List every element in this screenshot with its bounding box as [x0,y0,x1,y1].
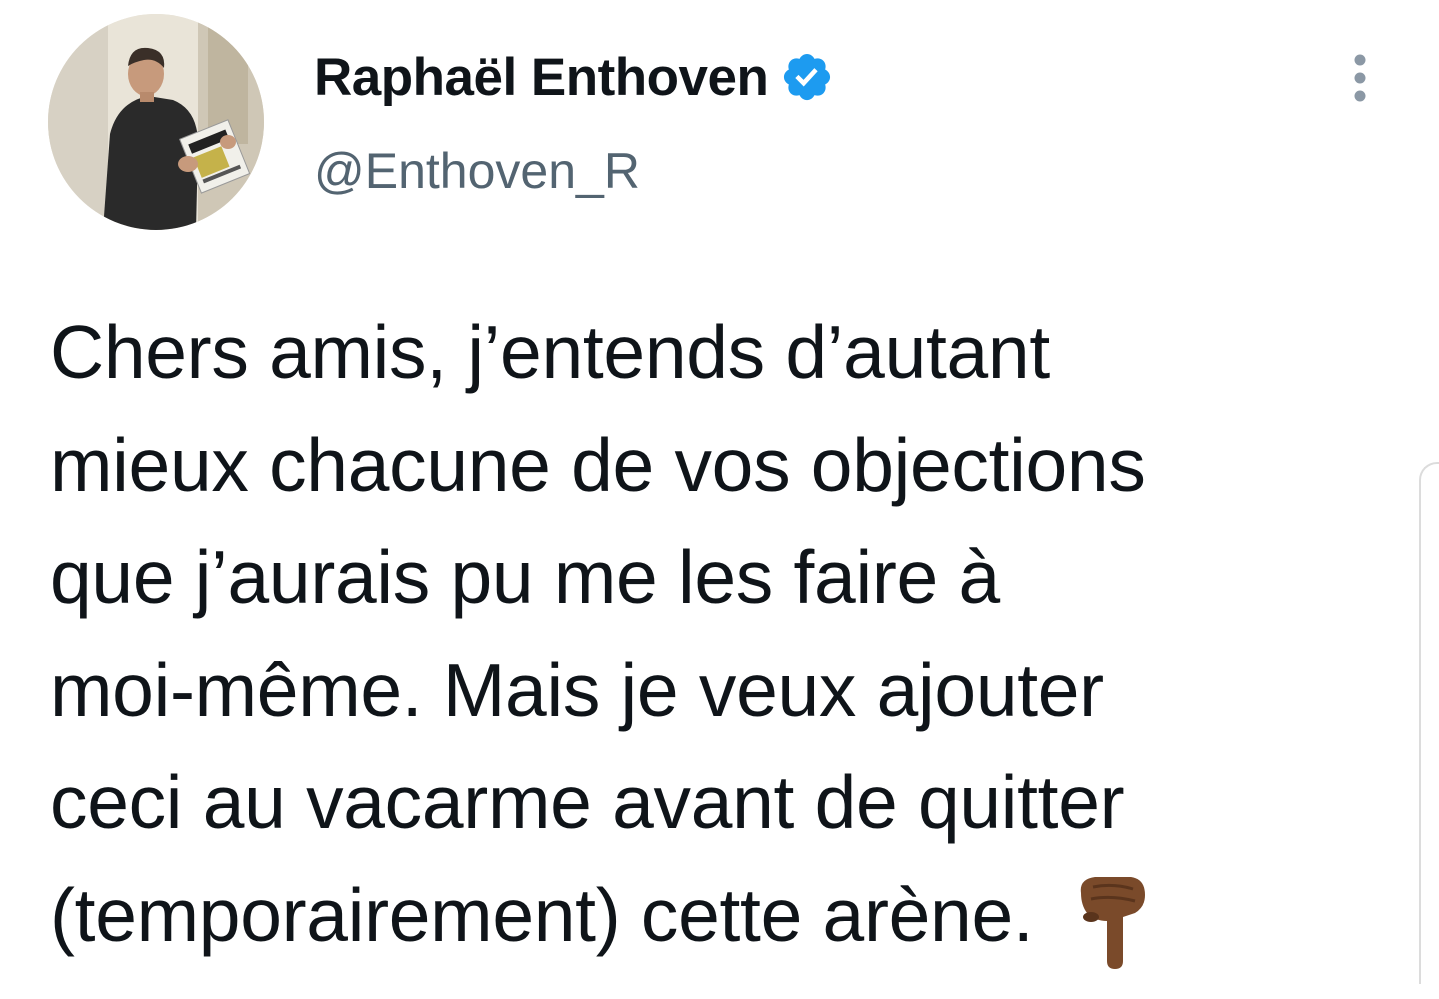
display-name[interactable]: Raphaël Enthoven [314,47,769,108]
tweet-line: mieux chacune de vos objections [50,422,1146,507]
tweet: Raphaël Enthoven @Enthoven_R Chers amis,… [0,0,1439,984]
backhand-index-pointing-down-icon [1073,873,1153,969]
verified-badge-icon [780,50,834,104]
scroll-edge [1419,462,1439,984]
avatar-photo [48,14,264,230]
tweet-line: que j’aurais pu me les faire à [50,535,1000,619]
tweet-line: Chers amis, j’entends d’autant [50,310,1050,394]
avatar[interactable] [48,14,264,230]
author-block: Raphaël Enthoven @Enthoven_R [314,42,834,200]
name-row: Raphaël Enthoven [314,42,834,112]
tweet-text: Chers amis, j’entends d’autant mieux cha… [50,296,1390,971]
more-vertical-icon[interactable] [1340,50,1380,110]
user-handle[interactable]: @Enthoven_R [314,142,834,200]
tweet-line: ceci au vacarme avant de quitter [50,760,1125,844]
tweet-last-line: (temporairement) cette arène. [50,859,1390,972]
tweet-line: (temporairement) cette arène. [50,872,1034,957]
tweet-line: moi-même. Mais je veux ajouter [50,647,1104,732]
